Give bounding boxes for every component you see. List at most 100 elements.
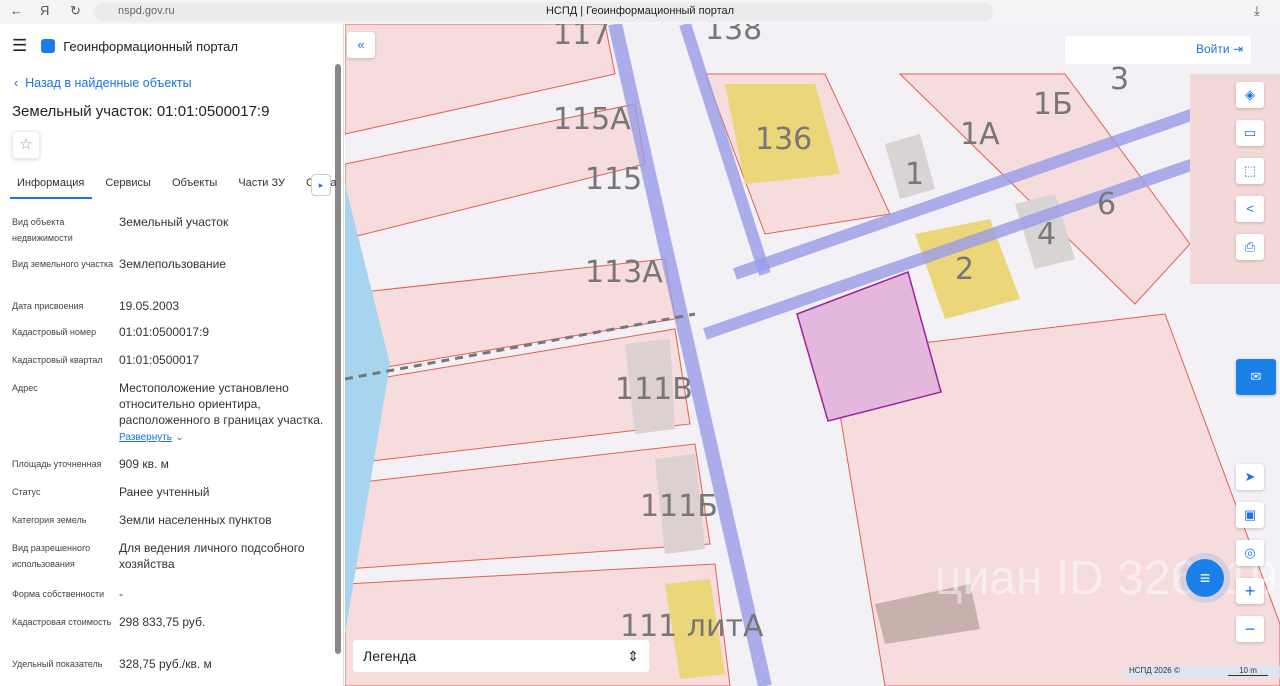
map[interactable]: 117 138 115А 136 1 1А 1Б 3 115 4 6 113А … <box>345 24 1280 686</box>
sidebar: ☰ Геоинформационный портал ‹ Назад в най… <box>0 24 344 686</box>
field-label: Удельный показатель <box>12 659 103 669</box>
download-icon[interactable]: ⤓ <box>1254 3 1260 19</box>
map-label: 4 <box>1037 217 1056 252</box>
zoom-in-icon[interactable]: + <box>1236 578 1264 604</box>
field-value-text: 298 833,75 руб. <box>119 615 206 629</box>
field-row: Вид объекта недвижимости Земельный участо… <box>12 214 332 246</box>
field-value: Ранее учтенный <box>119 484 332 500</box>
legend-dropdown[interactable]: Легенда ⇕ <box>353 640 649 672</box>
map-label: 117 <box>553 24 610 52</box>
field-value: 01:01:0500017:9 <box>119 324 332 340</box>
field-value-text: 01:01:0500017 <box>119 353 200 367</box>
field-value: Землепользование <box>119 256 332 272</box>
map-label: 113А <box>585 255 663 290</box>
field-row: Категория земель Земли населенных пунктов <box>12 512 332 528</box>
field-row: Статус Ранее учтенный <box>12 484 332 500</box>
field-value-text: 19.05.2003 <box>119 299 180 313</box>
back-link[interactable]: ‹ Назад в найденные объекты <box>14 76 192 90</box>
sidebar-header: ☰ Геоинформационный портал <box>12 36 238 56</box>
field-row: Кадастровый номер 01:01:0500017:9 <box>12 324 332 340</box>
map-label: 111Б <box>640 489 718 524</box>
map-label: 2 <box>955 252 974 287</box>
chevron-down-icon: ⌄ <box>175 432 184 443</box>
field-row: Кадастровый квартал 01:01:0500017 <box>12 352 332 368</box>
map-label: 6 <box>1097 187 1116 222</box>
tabs: Информация Сервисы Объекты Части ЗУ Сост… <box>10 174 336 199</box>
field-row: Форма собственности - <box>12 586 332 602</box>
expand-link[interactable]: Развернуть <box>119 432 172 443</box>
field-row: Дата присвоения 19.05.2003 <box>12 298 332 314</box>
map-label: 3 <box>1110 62 1129 97</box>
feedback-icon[interactable]: ✉ <box>1236 359 1276 395</box>
portal-title: Геоинформационный портал <box>63 38 238 54</box>
scrollbar[interactable] <box>335 64 341 654</box>
select-area-icon[interactable]: ⬚ <box>1236 158 1264 184</box>
field-row: Адрес Местоположение установлено относите… <box>12 380 332 446</box>
field-value: - <box>119 586 332 602</box>
layers-icon[interactable]: ◈ <box>1236 82 1264 108</box>
locate-icon[interactable]: ➤ <box>1236 464 1264 490</box>
field-value: Земельный участок <box>119 214 332 246</box>
field-row: Площадь уточненная 909 кв. м <box>12 456 332 472</box>
field-value-text: - <box>119 587 123 601</box>
login-label: Войти <box>1196 42 1230 56</box>
back-link-label: Назад в найденные объекты <box>25 76 192 90</box>
field-value-text: Земли населенных пунктов <box>119 513 272 527</box>
field-label: Вид разрешенного использования <box>12 543 91 569</box>
tabs-scroll-right-icon[interactable]: ▸ <box>311 174 331 196</box>
field-label: Вид объекта недвижимости <box>12 217 73 243</box>
page-title: Земельный участок: 01:01:0500017:9 <box>12 103 270 120</box>
chevron-left-icon: ‹ <box>14 76 26 90</box>
tab-objects[interactable]: Объекты <box>165 174 225 199</box>
field-label: Дата присвоения <box>12 301 84 311</box>
field-label: Кадастровый квартал <box>12 355 103 365</box>
field-label: Вид земельного участка <box>12 259 114 269</box>
field-label: Форма собственности <box>12 589 105 599</box>
map-label: 1Б <box>1033 87 1073 122</box>
map-label: 1 <box>905 157 924 192</box>
map-canvas[interactable]: 117 138 115А 136 1 1А 1Б 3 115 4 6 113А … <box>345 24 1280 686</box>
field-label: Статус <box>12 487 41 497</box>
map-label: 138 <box>705 24 762 47</box>
field-value: 328,75 руб./кв. м <box>119 656 332 672</box>
map-label: 1А <box>960 117 1000 152</box>
login-icon: ⇥ <box>1232 42 1243 56</box>
tab-services[interactable]: Сервисы <box>98 174 159 199</box>
tab-parts[interactable]: Части ЗУ <box>231 174 293 199</box>
field-value-text: 01:01:0500017:9 <box>119 325 210 339</box>
print-icon[interactable]: ⎙ <box>1236 234 1264 260</box>
field-value: 01:01:0500017 <box>119 352 332 368</box>
favorite-star-icon[interactable]: ☆ <box>12 131 40 159</box>
field-value: Местоположение установлено относительно … <box>119 380 332 446</box>
field-value-text: 909 кв. м <box>119 457 169 471</box>
zoom-out-icon[interactable]: − <box>1236 616 1264 642</box>
chat-icon[interactable]: ≡ <box>1186 559 1224 597</box>
field-row: Удельный показатель 328,75 руб./кв. м <box>12 656 332 672</box>
share-icon[interactable]: < <box>1236 196 1264 222</box>
field-value-text: Для ведения личного подсобного хозяйства <box>119 541 305 571</box>
field-value: Для ведения личного подсобного хозяйства <box>119 540 332 572</box>
browser-title: НСПД | Геоинформационный портал <box>545 5 735 17</box>
map-label: 115А <box>553 102 631 137</box>
field-row: Кадастровая стоимость 298 833,75 руб. <box>12 614 332 630</box>
search-location-icon[interactable]: ◎ <box>1236 540 1264 566</box>
ruler-icon[interactable]: ▭ <box>1236 120 1264 146</box>
collapse-sidebar-icon[interactable]: « <box>347 32 375 58</box>
field-value-text: Земельный участок <box>119 215 229 229</box>
field-row: Вид земельного участка Землепользование <box>12 256 332 272</box>
field-value: 909 кв. м <box>119 456 332 472</box>
field-value-text: Землепользование <box>119 257 226 271</box>
copyright-bar: НСПД 2026 © 10 m <box>1125 666 1280 678</box>
login-button[interactable]: Войти ⇥ <box>1065 36 1251 64</box>
field-label: Кадастровый номер <box>12 327 97 337</box>
field-value: Земли населенных пунктов <box>119 512 332 528</box>
chevron-updown-icon: ⇕ <box>627 648 639 664</box>
tab-info[interactable]: Информация <box>10 174 93 199</box>
field-value-text: Ранее учтенный <box>119 485 210 499</box>
map-label: 111В <box>615 372 693 407</box>
field-value: 19.05.2003 <box>119 298 332 314</box>
menu-icon[interactable]: ☰ <box>12 36 27 56</box>
map-label: 136 <box>755 122 812 157</box>
field-label: Кадастровая стоимость <box>12 617 112 627</box>
minimap-icon[interactable]: ▣ <box>1236 502 1264 528</box>
